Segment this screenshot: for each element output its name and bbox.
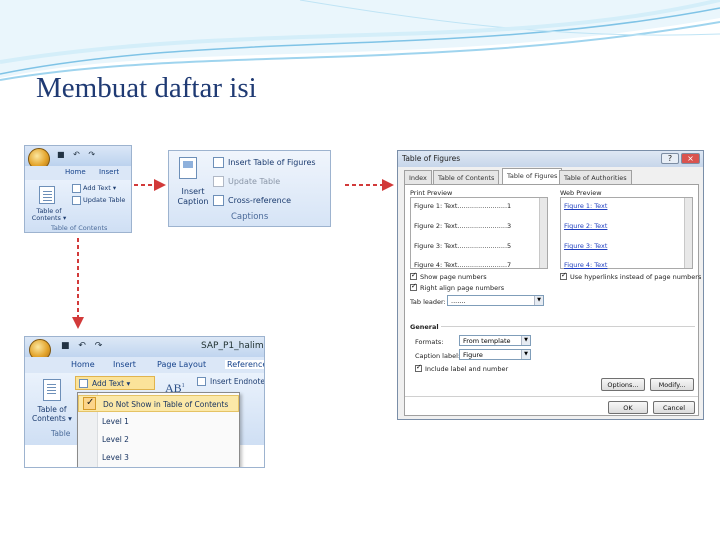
- use-hyperlinks-label: Use hyperlinks instead of page numbers: [570, 273, 702, 281]
- tab-insert[interactable]: Insert: [113, 360, 136, 369]
- print-preview-line: Figure 1: Text........................1: [414, 202, 512, 210]
- cross-reference-button[interactable]: Cross-reference: [228, 196, 291, 205]
- add-text-button[interactable]: Add Text ▾: [83, 184, 116, 192]
- options-button[interactable]: Options...: [601, 378, 645, 391]
- dialog-title: Table of Figures: [402, 154, 461, 163]
- dialog-titlebar: Table of Figures ? ×: [398, 151, 703, 167]
- web-preview-link[interactable]: Figure 2: Text: [564, 222, 607, 230]
- add-text-dropdown-menu: Do Not Show in Table of Contents Level 1…: [77, 392, 240, 467]
- print-preview-line: Figure 2: Text........................3: [414, 222, 512, 230]
- toc-button[interactable]: Table of Contents ▾: [29, 405, 75, 423]
- show-page-numbers-checkbox[interactable]: [410, 271, 417, 280]
- group-label: Table of Contents: [51, 224, 108, 232]
- quick-access-toolbar[interactable]: ■ ↶ ↷: [57, 150, 98, 159]
- print-preview-line: Figure 3: Text........................5: [414, 242, 512, 250]
- menu-item-label: Level 1: [102, 417, 129, 426]
- modify-button[interactable]: Modify...: [650, 378, 694, 391]
- menu-item-label: Level 2: [102, 435, 129, 444]
- tab-home[interactable]: Home: [65, 168, 86, 176]
- include-label-checkbox[interactable]: [415, 363, 422, 372]
- close-button[interactable]: ×: [681, 153, 700, 164]
- caption-label-label: Caption label:: [415, 352, 461, 360]
- cancel-button[interactable]: Cancel: [653, 401, 695, 414]
- web-preview-link[interactable]: Figure 1: Text: [564, 202, 607, 210]
- add-text-label: Add Text ▾: [92, 379, 131, 388]
- tab-leader-label: Tab leader:: [410, 298, 446, 306]
- menu-item-label: Do Not Show in Table of Contents: [103, 400, 229, 409]
- cross-reference-icon: [213, 195, 224, 206]
- captions-group-label: Captions: [231, 212, 269, 222]
- formats-label: Formats:: [415, 338, 444, 346]
- menu-item-level-2[interactable]: Level 2: [78, 431, 239, 448]
- menu-item-do-not-show[interactable]: Do Not Show in Table of Contents: [78, 395, 239, 412]
- tab-references[interactable]: Reference: [225, 360, 264, 369]
- tab-insert[interactable]: Insert: [99, 168, 119, 176]
- tab-index[interactable]: Index: [404, 170, 432, 184]
- web-preview-label: Web Preview: [560, 189, 602, 197]
- web-preview-link[interactable]: Figure 3: Text: [564, 242, 607, 250]
- use-hyperlinks-checkbox[interactable]: [560, 271, 567, 280]
- insert-table-of-figures-button[interactable]: Insert Table of Figures: [228, 158, 316, 167]
- tab-table-of-authorities[interactable]: Table of Authorities: [559, 170, 632, 184]
- right-align-checkbox[interactable]: [410, 282, 417, 291]
- document-title: SAP_P1_halim.doc: [201, 341, 264, 351]
- tab-table-of-contents[interactable]: Table of Contents: [433, 170, 500, 184]
- update-table-icon: [213, 176, 224, 187]
- update-table-icon: [72, 196, 81, 205]
- tab-page-layout[interactable]: Page Layout: [157, 360, 206, 369]
- right-align-label: Right align page numbers: [420, 284, 505, 292]
- tab-table-of-figures[interactable]: Table of Figures: [502, 168, 563, 184]
- checkmark-icon: [83, 397, 96, 410]
- add-text-icon: [79, 379, 88, 388]
- include-label-label: Include label and number: [425, 365, 509, 373]
- tab-leader-dropdown[interactable]: ....... ▼: [447, 295, 544, 306]
- table-of-contents-icon[interactable]: [43, 379, 61, 401]
- dropdown-arrow-icon: ▼: [534, 296, 543, 305]
- ok-button[interactable]: OK: [608, 401, 648, 414]
- insert-endnote-icon: [197, 377, 206, 386]
- slide-title: Membuat daftar isi: [36, 72, 257, 104]
- table-of-figures-icon: [213, 157, 224, 168]
- group-label: Table: [51, 429, 71, 438]
- web-preview-scrollbar[interactable]: [684, 198, 692, 268]
- general-section-label: General: [410, 323, 439, 331]
- insert-caption-button[interactable]: Insert Caption: [173, 187, 213, 207]
- web-preview-link[interactable]: Figure 4: Text: [564, 261, 607, 269]
- formats-dropdown[interactable]: From template ▼: [459, 335, 531, 346]
- print-preview-scrollbar[interactable]: [539, 198, 547, 268]
- menu-item-level-3[interactable]: Level 3: [78, 449, 239, 466]
- caption-label-value: Figure: [463, 351, 483, 359]
- quick-access-toolbar[interactable]: ■ ↶ ↷: [61, 341, 105, 351]
- toc-button[interactable]: Table of Contents ▾: [29, 208, 69, 222]
- add-text-button[interactable]: Add Text ▾: [75, 376, 155, 390]
- add-text-icon: [72, 184, 81, 193]
- menu-item-level-1[interactable]: Level 1: [78, 413, 239, 430]
- table-of-figures-dialog: Table of Figures ? × Index Table of Cont…: [397, 150, 704, 420]
- update-table-button[interactable]: Update Table: [228, 177, 280, 186]
- update-table-button[interactable]: Update Table: [83, 196, 125, 204]
- print-preview-label: Print Preview: [410, 189, 453, 197]
- dropdown-arrow-icon: ▼: [521, 350, 530, 359]
- table-of-contents-icon[interactable]: [39, 186, 55, 204]
- formats-value: From template: [463, 337, 511, 345]
- print-preview-line: Figure 4: Text........................7: [414, 261, 512, 269]
- insert-caption-icon[interactable]: [179, 157, 197, 179]
- tab-home[interactable]: Home: [71, 360, 95, 369]
- dropdown-arrow-icon: ▼: [521, 336, 530, 345]
- footer-divider: [405, 396, 698, 397]
- show-page-numbers-label: Show page numbers: [420, 273, 487, 281]
- dialog-body: Print Preview Figure 1: Text............…: [404, 184, 702, 416]
- general-divider: [441, 326, 695, 327]
- tab-leader-value: .......: [451, 297, 466, 305]
- captions-screenshot: Insert Table of Figures Update Table Ins…: [168, 150, 331, 227]
- insert-endnote-button[interactable]: Insert Endnote: [210, 377, 264, 386]
- caption-label-dropdown[interactable]: Figure ▼: [459, 349, 531, 360]
- add-text-menu-screenshot: ■ ↶ ↷ SAP_P1_halim.doc Home Insert Page …: [24, 336, 265, 468]
- web-preview-box: Figure 1: Text Figure 2: Text Figure 3: …: [560, 197, 693, 269]
- menu-item-label: Level 3: [102, 453, 129, 462]
- ribbon-screenshot: ■ ↶ ↷ Home Insert Table of Contents ▾ Ad…: [24, 145, 132, 233]
- print-preview-box: Figure 1: Text........................1 …: [410, 197, 548, 269]
- help-button[interactable]: ?: [661, 153, 679, 164]
